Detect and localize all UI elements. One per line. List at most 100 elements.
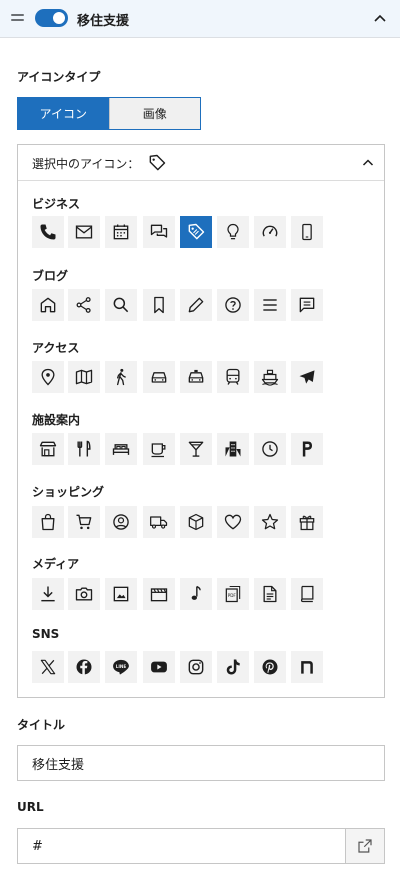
icon-option-chat[interactable] <box>143 216 175 248</box>
icon-option-calendar[interactable] <box>105 216 137 248</box>
icon-option-search[interactable] <box>105 289 137 321</box>
bookmark-icon <box>154 296 164 314</box>
icon-option-taxi[interactable] <box>180 361 212 393</box>
icon-option-walking[interactable] <box>105 361 137 393</box>
icon-type-option-icon[interactable]: アイコン <box>18 98 109 129</box>
music-icon <box>191 585 201 600</box>
icon-option-coffee[interactable] <box>143 433 175 465</box>
category-label-shopping: ショッピング <box>32 485 105 499</box>
tag-icon <box>149 154 166 171</box>
comment-icon <box>299 297 315 313</box>
url-field-label: URL <box>17 800 44 814</box>
icon-option-facebook[interactable] <box>68 651 100 683</box>
phone-icon <box>40 224 56 240</box>
icon-option-user-circle[interactable] <box>105 506 137 538</box>
icon-option-camera[interactable] <box>68 578 100 610</box>
icon-option-x[interactable] <box>32 651 64 683</box>
icon-option-map[interactable] <box>68 361 100 393</box>
help-circle-icon <box>225 297 241 313</box>
icon-option-truck[interactable] <box>143 506 175 538</box>
block-header[interactable]: 移住支援 <box>0 0 400 38</box>
cocktail-icon <box>188 441 204 457</box>
star-icon <box>261 513 279 530</box>
icon-option-help[interactable] <box>217 289 249 321</box>
icon-option-building[interactable] <box>217 433 249 465</box>
icon-option-train[interactable] <box>217 361 249 393</box>
icon-option-cocktail[interactable] <box>180 433 212 465</box>
icon-option-tiktok[interactable] <box>217 651 249 683</box>
camera-icon <box>75 587 93 601</box>
icon-option-airplane[interactable] <box>291 361 323 393</box>
coffee-icon <box>151 443 166 458</box>
document-icon <box>263 585 277 603</box>
icon-option-package[interactable] <box>180 506 212 538</box>
icon-option-restaurant[interactable] <box>68 433 100 465</box>
map-pin-icon <box>41 368 55 386</box>
icon-option-document[interactable] <box>254 578 286 610</box>
icon-option-phone[interactable] <box>32 216 64 248</box>
drag-handle-icon[interactable] <box>11 14 24 23</box>
category-label-facility: 施設案内 <box>32 413 81 427</box>
pdf-icon: PDF <box>225 585 241 603</box>
icon-option-shopping-bag[interactable] <box>32 506 64 538</box>
title-input[interactable] <box>17 745 385 781</box>
note-icon <box>301 661 313 674</box>
icon-option-pdf[interactable]: PDF <box>217 578 249 610</box>
icon-type-segmented-control: アイコン 画像 <box>17 97 201 130</box>
icon-option-book[interactable] <box>291 578 323 610</box>
book-icon <box>300 585 314 603</box>
line-icon: LINE <box>113 659 129 675</box>
visibility-toggle[interactable] <box>35 9 68 27</box>
icon-option-share[interactable] <box>68 289 100 321</box>
icon-option-star[interactable] <box>254 506 286 538</box>
selected-icon-label: 選択中のアイコン： <box>32 157 140 171</box>
icon-option-gift[interactable] <box>291 506 323 538</box>
icon-option-youtube[interactable] <box>143 651 175 683</box>
icon-option-pencil[interactable] <box>180 289 212 321</box>
icon-option-car[interactable] <box>143 361 175 393</box>
map-icon <box>75 369 93 385</box>
chevron-up-icon[interactable] <box>362 158 374 167</box>
icon-option-line[interactable]: LINE <box>105 651 137 683</box>
package-icon <box>188 513 204 531</box>
home-icon <box>40 297 56 313</box>
icon-option-film[interactable] <box>143 578 175 610</box>
icon-picker-header[interactable]: 選択中のアイコン： <box>18 145 384 181</box>
icon-option-note[interactable] <box>291 651 323 683</box>
icon-option-menu[interactable] <box>254 289 286 321</box>
heart-icon <box>224 514 242 530</box>
icon-option-music[interactable] <box>180 578 212 610</box>
chevron-up-icon[interactable] <box>373 13 387 23</box>
x-icon <box>40 659 56 675</box>
restaurant-icon <box>77 440 91 457</box>
icon-option-heart[interactable] <box>217 506 249 538</box>
icon-option-bed[interactable] <box>105 433 137 465</box>
icon-option-mail[interactable] <box>68 216 100 248</box>
icon-option-instagram[interactable] <box>180 651 212 683</box>
icon-option-download[interactable] <box>32 578 64 610</box>
icon-type-option-image[interactable]: 画像 <box>108 98 200 129</box>
category-label-access: アクセス <box>32 341 80 355</box>
url-input[interactable] <box>17 828 346 864</box>
icon-option-ship[interactable] <box>254 361 286 393</box>
icon-option-image[interactable] <box>105 578 137 610</box>
icon-option-gauge[interactable] <box>254 216 286 248</box>
user-circle-icon <box>113 514 129 530</box>
icon-option-home[interactable] <box>32 289 64 321</box>
icon-option-tag[interactable] <box>180 216 212 248</box>
instagram-icon <box>188 659 204 675</box>
icon-option-store[interactable] <box>32 433 64 465</box>
icon-option-pinterest[interactable] <box>254 651 286 683</box>
icon-option-comment[interactable] <box>291 289 323 321</box>
icon-option-bookmark[interactable] <box>143 289 175 321</box>
icon-option-lightbulb[interactable] <box>217 216 249 248</box>
open-link-button[interactable] <box>346 828 385 864</box>
clock-icon <box>262 441 278 457</box>
icon-option-parking[interactable] <box>291 433 323 465</box>
cart-icon <box>76 514 92 530</box>
icon-option-smartphone[interactable] <box>291 216 323 248</box>
icon-option-map-pin[interactable] <box>32 361 64 393</box>
icon-option-clock[interactable] <box>254 433 286 465</box>
icon-option-cart[interactable] <box>68 506 100 538</box>
title-field-label: タイトル <box>17 718 66 732</box>
